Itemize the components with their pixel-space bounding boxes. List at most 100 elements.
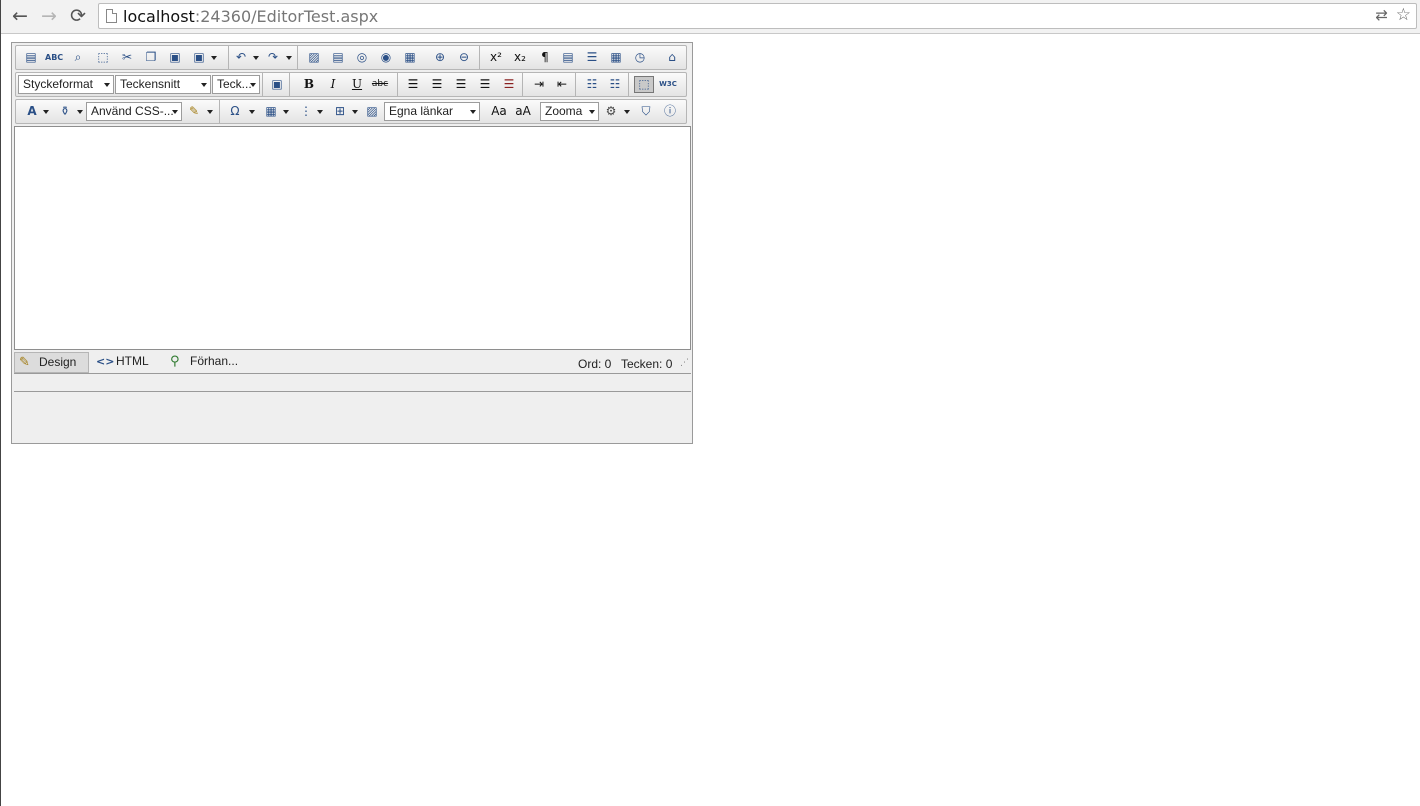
find-replace-icon[interactable]: ⌕ — [69, 49, 87, 66]
remove-alignment-icon[interactable]: ☰ — [500, 76, 518, 93]
select-all-icon[interactable]: ⬚ — [94, 49, 112, 66]
undo-icon[interactable]: ↶ — [232, 49, 250, 66]
underline-button[interactable]: U — [348, 76, 366, 93]
spellcheck-icon[interactable]: ABC — [45, 49, 63, 66]
editor-mode-bar: ✎ Design <> HTML ⚲ Förhan... Ord: 0 Teck… — [14, 350, 691, 374]
insert-symbol-dropdown-arrow[interactable] — [249, 110, 255, 114]
paste-options-icon[interactable]: ▣ — [190, 49, 208, 66]
toolbar-group-absolute: ▣ — [262, 73, 290, 96]
absolute-position-icon[interactable]: ▣ — [268, 76, 286, 93]
print-icon[interactable]: ▤ — [22, 49, 40, 66]
insert-form-element-icon[interactable]: ⋮ — [297, 103, 315, 120]
fore-color-button[interactable]: A — [23, 103, 41, 120]
bookmark-star-icon[interactable]: ☆ — [1396, 6, 1411, 24]
format-painter-dropdown-arrow[interactable] — [207, 110, 213, 114]
indent-icon[interactable]: ⇥ — [530, 76, 548, 93]
toolbar-group-insert: ▨ ▤ ◎ ◉ ▦ ⊕ ⊖ — [299, 46, 480, 69]
font-name-value: Teckensnitt — [120, 77, 181, 91]
remove-link-icon[interactable]: ⊖ — [455, 49, 473, 66]
reload-icon: ⟳ — [70, 5, 86, 27]
font-name-dropdown[interactable]: Teckensnitt — [115, 75, 211, 94]
align-left-icon[interactable]: ☰ — [404, 76, 422, 93]
back-button[interactable]: ← — [8, 5, 32, 27]
toggle-borders-icon[interactable]: ⬚ — [634, 76, 654, 93]
chevron-down-icon — [589, 110, 595, 114]
toolbar-group-lists: ☷ ☷ — [577, 73, 629, 96]
toolbar-group-indent: ⇥ ⇤ — [524, 73, 576, 96]
hyperlink-icon[interactable]: ⊕ — [431, 49, 449, 66]
convert-to-lower-icon[interactable]: Aa — [490, 103, 508, 120]
back-color-dropdown-arrow[interactable] — [77, 110, 83, 114]
address-bar[interactable]: localhost:24360/EditorTest.aspx ⇄ ☆ — [98, 3, 1417, 29]
back-color-icon[interactable]: ⚱ — [56, 103, 74, 120]
insert-snippet-icon[interactable]: ▤ — [559, 49, 577, 66]
forward-button[interactable]: → — [37, 5, 61, 27]
editor-content-area[interactable] — [14, 126, 691, 350]
format-painter-icon[interactable]: ✎ — [185, 103, 203, 120]
media-manager-icon[interactable]: ◉ — [377, 49, 395, 66]
fore-color-dropdown-arrow[interactable] — [43, 110, 49, 114]
insert-symbol-button[interactable]: Ω — [226, 103, 244, 120]
translate-icon[interactable]: ⇄ — [1375, 7, 1388, 25]
strikethrough-button[interactable]: abc — [371, 76, 389, 93]
italic-button[interactable]: I — [324, 76, 342, 93]
numbered-list-icon[interactable]: ☷ — [583, 76, 601, 93]
subscript-button[interactable]: x₂ — [511, 49, 529, 66]
preview-mode-tab[interactable]: ⚲ Förhan... — [166, 352, 251, 373]
xhtml-validator-button[interactable]: W3C — [659, 76, 677, 93]
insert-form-element-dropdown-arrow[interactable] — [317, 110, 323, 114]
redo-dropdown-arrow[interactable] — [286, 56, 292, 60]
insert-custom-element-dropdown-arrow[interactable] — [352, 110, 358, 114]
image-manager-icon[interactable]: ▨ — [305, 49, 323, 66]
cut-icon[interactable]: ✂ — [118, 49, 136, 66]
zoom-dropdown[interactable]: Zooma — [540, 102, 599, 121]
chevron-down-icon — [470, 110, 476, 114]
html-mode-label: HTML — [116, 354, 149, 368]
module-manager-dropdown-arrow[interactable] — [624, 110, 630, 114]
insert-table-icon[interactable]: ▦ — [262, 103, 280, 120]
insert-date-icon[interactable]: ▦ — [607, 49, 625, 66]
align-right-icon[interactable]: ☰ — [452, 76, 470, 93]
insert-table-dropdown-arrow[interactable] — [283, 110, 289, 114]
insert-time-icon[interactable]: ◷ — [631, 49, 649, 66]
toggle-fullscreen-icon[interactable]: ⛉ — [637, 103, 655, 120]
format-stripper-icon[interactable]: ⌂ — [663, 49, 681, 66]
paste-icon[interactable]: ▣ — [166, 49, 184, 66]
redo-icon[interactable]: ↷ — [264, 49, 282, 66]
paragraph-style-dropdown[interactable]: Styckeformat — [18, 75, 114, 94]
outdent-icon[interactable]: ⇤ — [553, 76, 571, 93]
undo-dropdown-arrow[interactable] — [253, 56, 259, 60]
character-count: Tecken: 0 — [621, 357, 673, 371]
url-text[interactable]: localhost:24360/EditorTest.aspx — [123, 8, 378, 26]
copy-icon[interactable]: ❐ — [142, 49, 160, 66]
font-size-dropdown[interactable]: Teck... — [212, 75, 260, 94]
align-center-icon[interactable]: ☰ — [428, 76, 446, 93]
image-map-icon[interactable]: ▨ — [363, 103, 381, 120]
paste-options-dropdown-arrow[interactable] — [211, 56, 217, 60]
paragraph-icon[interactable]: ¶ — [536, 49, 554, 66]
resize-grip-icon[interactable]: ⋰ — [680, 359, 689, 368]
convert-to-upper-icon[interactable]: aA — [514, 103, 532, 120]
about-dialog-icon[interactable]: ⓘ — [661, 103, 679, 120]
rich-text-editor: ▤ ABC ⌕ ⬚ ✂ ❐ ▣ ▣ ↶ ↷ ▨ ▤ ◎ ◉ ▦ ⊕ ⊖ x² x… — [11, 42, 693, 444]
custom-links-dropdown[interactable]: Egna länkar — [384, 102, 480, 121]
magnifier-icon: ⚲ — [170, 354, 180, 369]
word-count: Ord: 0 — [578, 357, 612, 371]
template-manager-icon[interactable]: ▦ — [401, 49, 419, 66]
insert-custom-element-icon[interactable]: ⊞ — [331, 103, 349, 120]
horizontal-rule-icon[interactable]: ☰ — [583, 49, 601, 66]
justify-icon[interactable]: ☰ — [476, 76, 494, 93]
document-manager-icon[interactable]: ▤ — [329, 49, 347, 66]
bold-button[interactable]: B — [300, 76, 318, 93]
module-manager-icon[interactable]: ⚙ — [602, 103, 620, 120]
html-mode-tab[interactable]: <> HTML — [92, 352, 162, 373]
superscript-button[interactable]: x² — [487, 49, 505, 66]
flash-manager-icon[interactable]: ◎ — [353, 49, 371, 66]
reload-button[interactable]: ⟳ — [66, 5, 90, 27]
zoom-value: Zooma — [545, 104, 583, 118]
chevron-down-icon — [250, 83, 256, 87]
bulleted-list-icon[interactable]: ☷ — [606, 76, 624, 93]
design-mode-label: Design — [39, 355, 77, 369]
design-mode-tab[interactable]: ✎ Design — [14, 352, 89, 373]
css-class-dropdown[interactable]: Använd CSS-... — [86, 102, 182, 121]
